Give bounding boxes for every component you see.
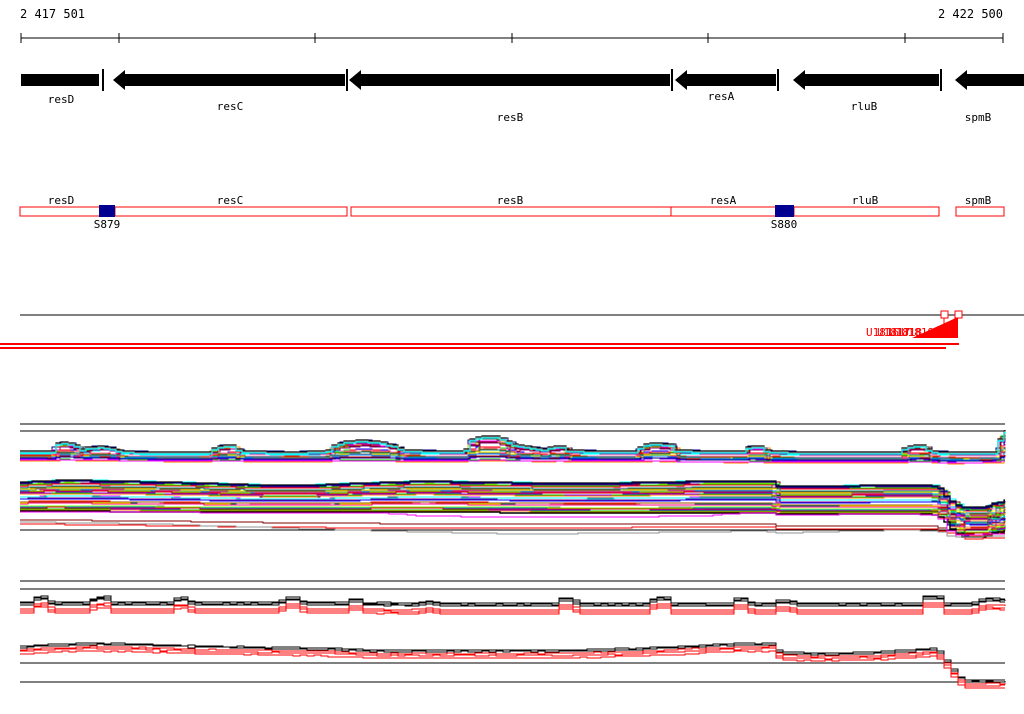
gene-label: resB [497, 111, 524, 124]
tu-box[interactable] [19, 206, 348, 217]
srna-marker-square[interactable] [940, 310, 949, 319]
gene-body[interactable] [125, 74, 345, 86]
gene-label: resC [217, 100, 244, 113]
gene-arrowhead[interactable] [955, 70, 967, 90]
upper-sparse-band-top-envelope [20, 430, 1006, 453]
marker-S879[interactable] [99, 205, 115, 217]
gene-arrowhead[interactable] [793, 70, 805, 90]
gene-resA[interactable] [675, 69, 779, 91]
gene-end-bar [671, 69, 673, 91]
marker-S880[interactable] [775, 205, 794, 217]
gene-end-bar [346, 69, 348, 91]
gene-resC[interactable] [113, 69, 348, 91]
high-bundle-series [20, 596, 1006, 606]
gene-end-bar [777, 69, 779, 91]
gene-body[interactable] [687, 74, 776, 86]
gene-resB[interactable] [349, 69, 673, 91]
gene-label: resA [708, 90, 735, 103]
gene-end-bar [940, 69, 942, 91]
low-bundle-series [20, 642, 1005, 681]
tu-label: rluB [852, 194, 879, 207]
srna-marker-square[interactable] [954, 310, 963, 319]
gene-body[interactable] [967, 74, 1024, 86]
marker-label: S879 [94, 218, 121, 231]
marker-label: S880 [771, 218, 798, 231]
gene-resD[interactable] [21, 69, 104, 91]
tu-box[interactable] [350, 206, 940, 217]
gene-end-bar [102, 69, 104, 91]
gene-body[interactable] [21, 74, 99, 86]
tu-label: resD [48, 194, 75, 207]
high-bundle-series [20, 595, 1005, 604]
genome-browser-canvas: resD resC resB resA rluB spmB resD resC resB resA… [0, 33, 1024, 689]
gene-body[interactable] [805, 74, 939, 86]
tu-label: spmB [965, 194, 992, 207]
gene-label: rluB [851, 100, 878, 113]
gene-label: resD [48, 93, 75, 106]
tu-label: resA [710, 194, 737, 207]
gene-label: spmB [965, 111, 992, 124]
gene-rluB[interactable] [793, 69, 942, 91]
tu-label: resB [497, 194, 524, 207]
gene-body[interactable] [361, 74, 670, 86]
tu-label: resC [217, 194, 244, 207]
gene-arrowhead[interactable] [675, 70, 687, 90]
gene-arrowhead[interactable] [349, 70, 361, 90]
tu-box[interactable] [955, 206, 1005, 217]
srna-label-U1819[interactable]: U1819 [901, 326, 934, 339]
genome-browser-view: 2 417 501 2 422 500 resD resC resB resA rluB… [0, 0, 1024, 714]
gene-spmB[interactable] [955, 70, 1024, 90]
gene-arrowhead[interactable] [113, 70, 125, 90]
